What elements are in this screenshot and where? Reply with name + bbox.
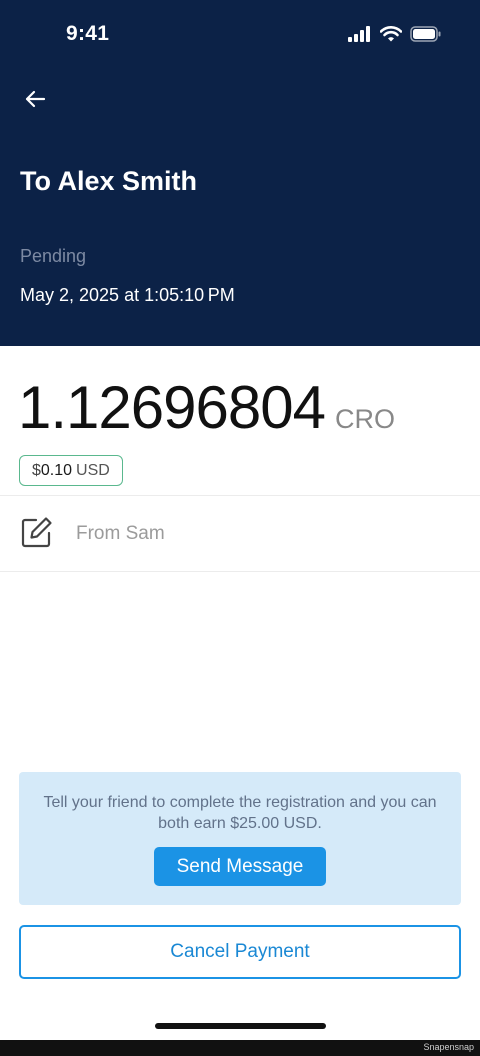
send-message-button[interactable]: Send Message bbox=[154, 847, 326, 886]
battery-icon bbox=[410, 26, 441, 42]
status-time: 9:41 bbox=[66, 22, 110, 45]
transaction-status: Pending bbox=[20, 246, 87, 266]
fiat-value-badge: $ 0.10 USD bbox=[19, 455, 123, 486]
home-indicator bbox=[155, 1023, 326, 1029]
referral-card: Tell your friend to complete the registr… bbox=[19, 772, 461, 905]
status-bar: 9:41 bbox=[0, 0, 480, 70]
back-button[interactable] bbox=[18, 84, 52, 114]
edit-note-icon bbox=[21, 517, 52, 548]
fiat-symbol: $ bbox=[32, 461, 41, 479]
crypto-amount: 1.12696804 bbox=[18, 374, 326, 441]
cancel-payment-button[interactable]: Cancel Payment bbox=[19, 925, 461, 979]
header: 9:41 To Alex Smith Pending May 2, 2025 a… bbox=[0, 0, 480, 346]
transaction-datetime: May 2, 2025 at 1:05:10 PM bbox=[20, 285, 235, 305]
watermark-bar: Snapensnap bbox=[0, 1040, 480, 1056]
amount-display: 1.12696804 CRO bbox=[18, 378, 395, 438]
divider bbox=[0, 571, 480, 572]
arrow-left-icon bbox=[25, 90, 46, 108]
referral-message: Tell your friend to complete the registr… bbox=[43, 794, 437, 832]
note-text: From Sam bbox=[76, 523, 165, 544]
fiat-code: USD bbox=[76, 461, 110, 479]
crypto-unit: CRO bbox=[335, 404, 395, 434]
cellular-signal-icon bbox=[348, 26, 370, 42]
page-title: To Alex Smith bbox=[20, 166, 198, 196]
status-icons bbox=[348, 26, 442, 42]
note-row[interactable]: From Sam bbox=[0, 496, 480, 571]
watermark-text: Snapensnap bbox=[423, 1042, 474, 1052]
wifi-icon bbox=[380, 26, 402, 42]
fiat-value: 0.10 bbox=[40, 461, 73, 479]
